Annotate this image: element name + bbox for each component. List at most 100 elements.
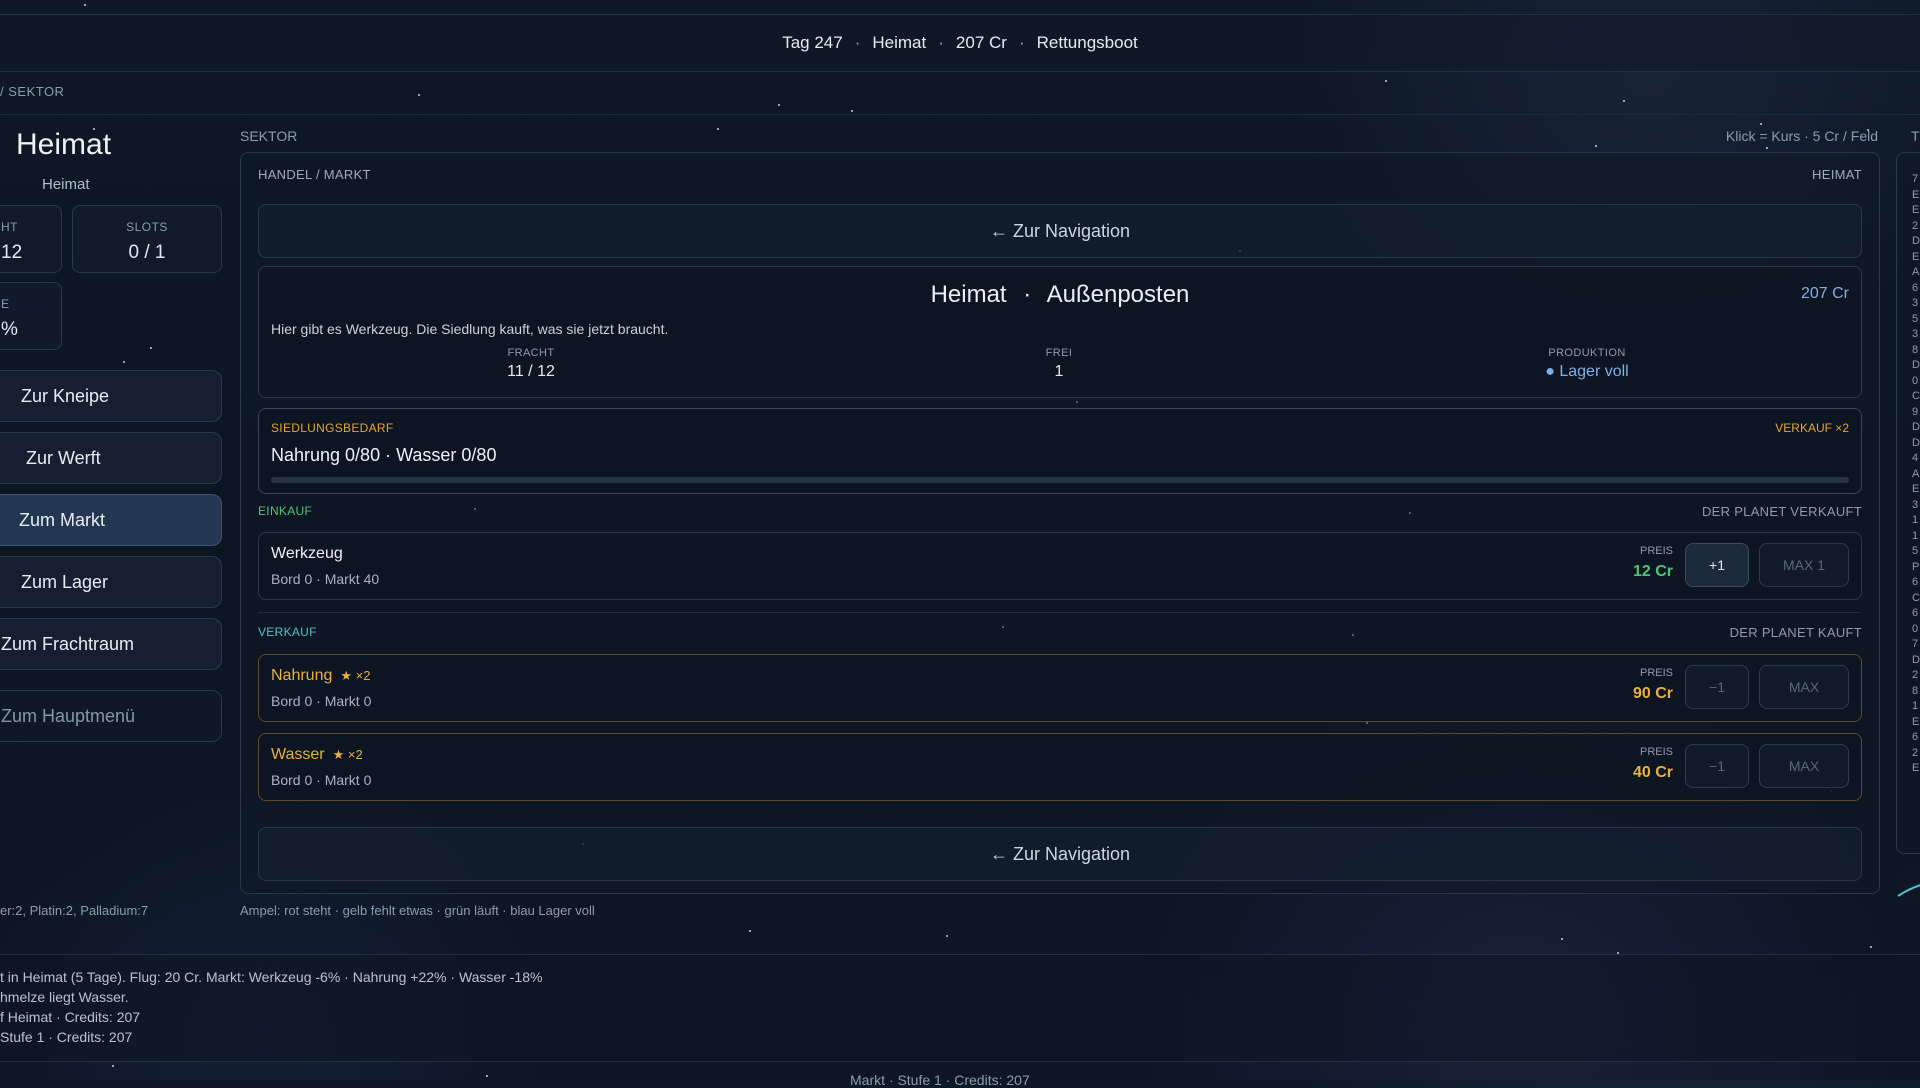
sell-bonus-badge: VERKAUF ×2 — [1775, 421, 1849, 435]
right-column-entry: 2 — [1912, 746, 1919, 759]
sell-section-hint: DER PLANET KAUFT — [1729, 625, 1862, 640]
right-column-entry: 0 — [1912, 374, 1919, 387]
outpost-title: Heimat · Außenposten — [930, 281, 1190, 308]
right-column-entry: E — [1912, 188, 1920, 201]
right-column-entry: 6 — [1912, 731, 1919, 743]
item-name: Nahrung ★ ×2 — [271, 667, 371, 684]
price-label: PREIS — [1639, 667, 1673, 679]
needs-progress-bar — [271, 477, 1849, 483]
panel-header: HANDEL / MARKT — [258, 167, 371, 182]
right-sidebar: 7EE2DEA63538D0C9DD4AE3115P6C607D281E62E — [1896, 152, 1920, 854]
right-column-entry: E — [1912, 204, 1920, 216]
right-column-entry: D — [1912, 235, 1920, 247]
item-price: 12 Cr — [1632, 563, 1673, 580]
price-label: PREIS — [1639, 545, 1673, 557]
sell-one-button[interactable]: −1 — [1685, 744, 1749, 788]
right-column-entry: D — [1912, 436, 1920, 449]
right-column-entry: E — [1912, 715, 1920, 728]
right-column-entry: E — [1912, 250, 1920, 263]
item-stock: Bord 0 · Markt 0 — [271, 772, 372, 788]
buy-one-button[interactable]: +1 — [1685, 543, 1749, 587]
outpost-description: Hier gibt es Werkzeug. Die Siedlung kauf… — [271, 321, 669, 337]
frei-stat: FREI 1 — [1045, 347, 1073, 380]
right-column-entry: 8 — [1912, 343, 1919, 356]
right-column-entry: 5 — [1912, 312, 1919, 325]
footer-status: Markt · Stufe 1 · Credits: 207 — [850, 1072, 1030, 1088]
mini-graph — [1896, 866, 1920, 906]
log-line: t in Heimat (5 Tage). Flug: 20 Cr. Markt… — [0, 969, 543, 985]
breadcrumb: / SEKTOR — [0, 84, 65, 99]
traffic-light-legend: Ampel: rot steht · gelb fehlt etwas · gr… — [240, 903, 595, 918]
sector-label: SEKTOR — [240, 128, 298, 144]
right-column-entry: 1 — [1912, 529, 1919, 542]
planet-title: Heimat — [16, 128, 112, 161]
graph-line-icon — [1897, 884, 1920, 897]
price-label: PREIS — [1639, 746, 1673, 758]
item-name: Wasser ★ ×2 — [271, 746, 363, 763]
item-stock: Bord 0 · Markt 0 — [271, 693, 372, 709]
nav-main-menu-button[interactable]: Zum Hauptmenü — [0, 690, 222, 742]
buy-section-label: EINKAUF — [258, 504, 313, 518]
sell-item-row: Wasser ★ ×2 Bord 0 · Markt 0 PREIS 40 Cr … — [258, 733, 1862, 801]
item-stock: Bord 0 · Markt 40 — [271, 571, 380, 587]
right-column-entry: 3 — [1912, 498, 1919, 511]
right-column-entry: 5 — [1912, 545, 1919, 557]
needs-label: SIEDLUNGSBEDARF — [271, 421, 394, 435]
panel-location: HEIMAT — [1812, 167, 1862, 182]
resource-summary: er:2, Platin:2, Palladium:7 — [0, 903, 149, 918]
nav-tavern-button[interactable]: Zur Kneipe — [0, 370, 222, 422]
sell-max-button[interactable]: MAX — [1759, 744, 1849, 788]
stat-slots: SLOTS 0 / 1 — [72, 205, 222, 273]
right-column-entry: D — [1912, 359, 1920, 371]
right-column-entry: A — [1912, 467, 1920, 480]
right-column-entry: 6 — [1912, 607, 1919, 619]
needs-text: Nahrung 0/80 · Wasser 0/80 — [271, 445, 497, 465]
nav-market-button[interactable]: Zum Markt — [0, 494, 222, 546]
right-column-entry: E — [1912, 483, 1920, 495]
buy-section-hint: DER PLANET VERKAUFT — [1701, 504, 1862, 519]
right-column-entry: 1 — [1912, 514, 1919, 526]
right-column-entry: 1 — [1912, 700, 1919, 712]
current-location: Heimat — [872, 33, 927, 52]
sell-section-label: VERKAUF — [258, 625, 317, 639]
sell-max-button[interactable]: MAX — [1759, 665, 1849, 709]
log-line: f Heimat · Credits: 207 — [0, 1009, 141, 1025]
item-price: 40 Cr — [1632, 764, 1673, 781]
buy-max-button[interactable]: MAX 1 — [1759, 543, 1849, 587]
right-column-entry: 7 — [1912, 638, 1919, 650]
right-column-entry: 3 — [1912, 328, 1919, 340]
nav-shipyard-button[interactable]: Zur Werft — [0, 432, 222, 484]
fracht-stat: FRACHT 11 / 12 — [507, 347, 555, 380]
event-log: t in Heimat (5 Tage). Flug: 20 Cr. Markt… — [0, 954, 1920, 1062]
nav-storage-button[interactable]: Zum Lager — [0, 556, 222, 608]
buy-item-row: Werkzeug Bord 0 · Markt 40 PREIS 12 Cr +… — [258, 532, 1862, 600]
right-column-entry: C — [1912, 390, 1920, 402]
right-column-entry: P — [1912, 560, 1920, 573]
click-hint: Klick = Kurs · 5 Cr / Feld — [1725, 128, 1878, 144]
stat-cargo: HT 12 — [0, 205, 62, 273]
right-column-entry: 6 — [1912, 576, 1919, 588]
right-panel-label: T — [1911, 128, 1920, 144]
right-column-entry: 6 — [1912, 281, 1919, 294]
right-column-entry: D — [1912, 653, 1920, 666]
status-bar: Tag 247 · Heimat · 207 Cr · Rettungsboot — [0, 14, 1920, 72]
day-counter: Tag 247 — [782, 33, 843, 52]
stat-extra: E % — [0, 282, 62, 350]
credits-display: 207 Cr — [955, 33, 1007, 52]
ship-name: Rettungsboot — [1036, 33, 1138, 52]
right-column-entry: 9 — [1912, 405, 1919, 418]
right-column-entry: 2 — [1912, 219, 1919, 232]
sell-item-row: Nahrung ★ ×2 Bord 0 · Markt 0 PREIS 90 Cr… — [258, 654, 1862, 722]
sell-one-button[interactable]: −1 — [1685, 665, 1749, 709]
right-column-entry: A — [1912, 266, 1920, 278]
back-to-navigation-button-top[interactable]: ← Zur Navigation — [258, 204, 1862, 258]
log-line: Stufe 1 · Credits: 207 — [0, 1029, 133, 1045]
right-column-entry: 4 — [1912, 452, 1919, 464]
outpost-card: Heimat · Außenposten 207 Cr Hier gibt es… — [258, 266, 1862, 398]
right-column-entry: E — [1912, 762, 1920, 774]
nav-cargo-button[interactable]: Zum Frachtraum — [0, 618, 222, 670]
settlement-needs-card: SIEDLUNGSBEDARF VERKAUF ×2 Nahrung 0/80 … — [258, 408, 1862, 494]
back-to-navigation-button-bottom[interactable]: ← Zur Navigation — [258, 827, 1862, 881]
right-column-entry: 0 — [1912, 622, 1919, 635]
item-price: 90 Cr — [1632, 685, 1673, 702]
